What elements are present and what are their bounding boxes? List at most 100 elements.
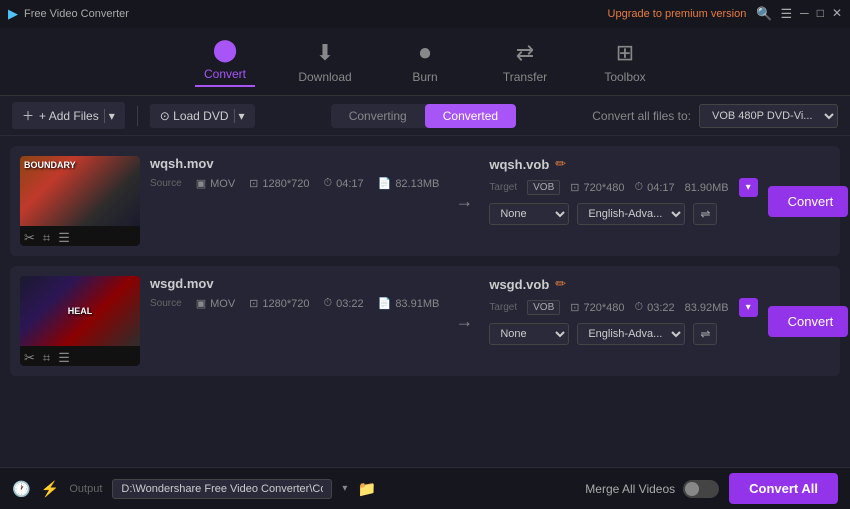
add-icon: ＋ [22, 107, 34, 124]
target-format-2: VOB [527, 300, 560, 315]
source-resolution-1: ⊡ 1280*720 [249, 177, 309, 190]
file-item-2: HEAL ✂ ⌗ ☰ wsgd.mov Source ▣ MOV ⊡ 1280*… [10, 266, 840, 376]
dvd-dropdown-arrow[interactable]: ▾ [234, 109, 245, 123]
target-filename-2: wsgd.vob [489, 277, 549, 292]
target-filename-1: wqsh.vob [489, 157, 549, 172]
menu-icon[interactable]: ☰ [781, 6, 793, 22]
titlebar: ▶ Free Video Converter Upgrade to premiu… [0, 0, 850, 28]
target-dropdown-btn-2[interactable]: ▾ [739, 298, 758, 317]
source-resolution-2: ⊡ 1280*720 [249, 297, 309, 310]
subtitle-select-1[interactable]: None [489, 203, 569, 225]
target-row-2: Target VOB ⊡ 720*480 ⏱ 03:22 83.92MB ▾ [489, 298, 757, 317]
cut-icon[interactable]: ✂ [24, 230, 35, 246]
add-files-button[interactable]: ＋ + Add Files ▾ [12, 102, 125, 129]
merge-icon-btn-1[interactable]: ⇌ [693, 203, 717, 225]
clock-icon[interactable]: 🕐 [12, 480, 31, 498]
source-size-2: 📄 83.91MB [378, 297, 440, 310]
nav-transfer-label: Transfer [503, 70, 547, 84]
toolbar-divider [137, 106, 138, 126]
load-dvd-button[interactable]: ⊙ Load DVD ▾ [150, 104, 255, 128]
audio-select-2[interactable]: English-Adva... [577, 323, 685, 345]
bottom-selects-2: None English-Adva... ⇌ [489, 323, 757, 345]
convert-button-2[interactable]: Convert [768, 306, 848, 337]
output-dropdown-arrow[interactable]: ▾ [342, 483, 347, 494]
lightning-icon[interactable]: ⚡ [41, 480, 60, 498]
thumbnail-2: HEAL ✂ ⌗ ☰ [20, 276, 140, 366]
titlebar-right: Upgrade to premium version 🔍 ☰ ─ □ ✕ [608, 6, 842, 22]
merge-icon-btn-2[interactable]: ⇌ [693, 323, 717, 345]
add-dropdown-arrow[interactable]: ▾ [104, 109, 115, 123]
target-size-2: 83.92MB [685, 302, 729, 314]
add-files-label: + Add Files [39, 109, 99, 123]
file-info-1: wqsh.mov Source ▣ MOV ⊡ 1280*720 ⏱ 04:17… [150, 156, 439, 246]
nav-download[interactable]: ⬇ Download [295, 40, 355, 84]
source-duration-2: ⏱ 03:22 [323, 297, 363, 310]
effect-icon[interactable]: ⌗ [43, 230, 50, 246]
target-res-icon-2: ⊡ [570, 301, 579, 314]
subtitle-icon-2[interactable]: ☰ [58, 350, 70, 366]
source-format-2: ▣ MOV [196, 297, 235, 310]
download-nav-icon: ⬇ [316, 40, 334, 66]
target-name-row-2: wsgd.vob ✏ [489, 276, 757, 292]
nav-transfer[interactable]: ⇄ Transfer [495, 40, 555, 84]
target-duration-1: ⏱ 04:17 [634, 181, 674, 194]
thumbnail-image-2: HEAL [20, 276, 140, 346]
arrow-1: → [449, 156, 479, 246]
target-resolution-1: ⊡ 720*480 [570, 181, 624, 194]
merge-toggle[interactable] [683, 480, 719, 498]
burn-nav-icon: ⏺ [419, 40, 430, 66]
toolbar: ＋ + Add Files ▾ ⊙ Load DVD ▾ Converting … [0, 96, 850, 136]
source-label-1: Source [150, 178, 182, 189]
target-format-1: VOB [527, 180, 560, 195]
load-dvd-label: ⊙ Load DVD [160, 109, 229, 123]
thumbnail-text-1: BOUNDARY [24, 160, 76, 170]
file-list: BOUNDARY ✂ ⌗ ☰ wqsh.mov Source ▣ MOV ⊡ 1… [0, 136, 850, 494]
edit-target-icon-2[interactable]: ✏ [555, 276, 566, 292]
source-filename-2: wsgd.mov [150, 276, 439, 291]
convert-button-1[interactable]: Convert [768, 186, 848, 217]
minimize-button[interactable]: ─ [800, 6, 809, 22]
app-logo-icon: ▶ [8, 6, 18, 22]
toolbox-nav-icon: ⊞ [616, 40, 634, 66]
target-resolution-2: ⊡ 720*480 [570, 301, 624, 314]
merge-videos-area: Merge All Videos [585, 480, 719, 498]
transfer-nav-icon: ⇄ [516, 40, 534, 66]
tab-converted[interactable]: Converted [425, 104, 516, 128]
source-label-2: Source [150, 298, 182, 309]
toggle-knob [685, 482, 699, 496]
maximize-button[interactable]: □ [817, 6, 824, 22]
open-folder-button[interactable]: 📁 [357, 480, 376, 498]
nav-convert[interactable]: ⬤ Convert [195, 37, 255, 87]
size-icon-1: 📄 [378, 177, 392, 190]
subtitle-icon[interactable]: ☰ [58, 230, 70, 246]
target-dropdown-btn-1[interactable]: ▾ [739, 178, 758, 197]
edit-target-icon-1[interactable]: ✏ [555, 156, 566, 172]
search-icon[interactable]: 🔍 [756, 6, 772, 22]
cut-icon-2[interactable]: ✂ [24, 350, 35, 366]
arrow-2: → [449, 276, 479, 366]
close-button[interactable]: ✕ [832, 6, 842, 22]
footer-icons: 🕐 ⚡ [12, 480, 59, 498]
audio-select-1[interactable]: English-Adva... [577, 203, 685, 225]
thumbnail-controls-2: ✂ ⌗ ☰ [20, 346, 140, 366]
nav-toolbox[interactable]: ⊞ Toolbox [595, 40, 655, 84]
format-select[interactable]: VOB 480P DVD-Vi... [699, 104, 838, 128]
titlebar-icons: 🔍 ☰ ─ □ ✕ [756, 6, 842, 22]
resolution-icon-2: ⊡ [249, 297, 258, 310]
duration-icon-1: ⏱ [323, 177, 332, 190]
output-label: Output [69, 483, 102, 495]
tab-converting[interactable]: Converting [331, 104, 425, 128]
duration-icon-2: ⏱ [323, 297, 332, 310]
convert-all-button[interactable]: Convert All [729, 473, 838, 504]
thumbnail-image-1: BOUNDARY [20, 156, 140, 226]
file-item-1: BOUNDARY ✂ ⌗ ☰ wqsh.mov Source ▣ MOV ⊡ 1… [10, 146, 840, 256]
format-icon-1: ▣ [196, 177, 206, 190]
target-row-1: Target VOB ⊡ 720*480 ⏱ 04:17 81.90MB ▾ [489, 178, 757, 197]
subtitle-select-2[interactable]: None [489, 323, 569, 345]
nav-burn[interactable]: ⏺ Burn [395, 40, 455, 84]
thumbnail-1: BOUNDARY ✂ ⌗ ☰ [20, 156, 140, 246]
nav-toolbox-label: Toolbox [604, 70, 645, 84]
effect-icon-2[interactable]: ⌗ [43, 350, 50, 366]
output-path-input[interactable] [112, 479, 332, 499]
upgrade-link[interactable]: Upgrade to premium version [608, 8, 747, 20]
